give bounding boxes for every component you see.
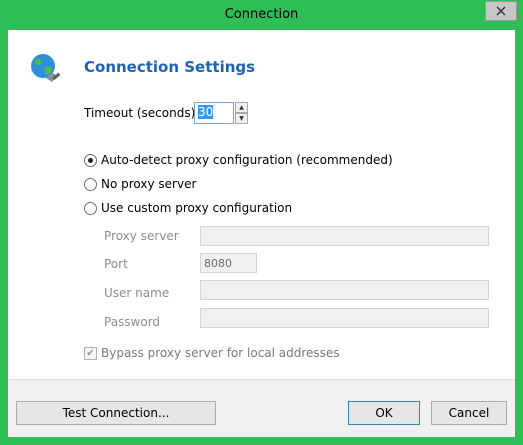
- bypass-label: Bypass proxy server for local addresses: [101, 346, 340, 360]
- user-name-label: User name: [104, 286, 170, 300]
- ok-button[interactable]: OK: [348, 401, 420, 425]
- password-field[interactable]: [200, 308, 489, 328]
- chevron-down-icon: ▼: [239, 115, 244, 122]
- radio-custom-proxy[interactable]: Use custom proxy configuration: [84, 201, 292, 215]
- radio-label: No proxy server: [101, 177, 197, 191]
- chevron-up-icon: ▲: [239, 104, 244, 111]
- bypass-checkbox[interactable]: ✔: [84, 346, 97, 360]
- test-connection-button[interactable]: Test Connection...: [16, 401, 216, 425]
- bypass-checkbox-row[interactable]: ✔ Bypass proxy server for local addresse…: [84, 346, 340, 360]
- radio-label: Use custom proxy configuration: [101, 201, 293, 215]
- radio-no-proxy[interactable]: No proxy server: [84, 177, 196, 191]
- proxy-server-label: Proxy server: [104, 229, 179, 243]
- spin-down-button[interactable]: ▼: [235, 113, 248, 124]
- page-title: Connection Settings: [84, 58, 256, 76]
- close-icon: [496, 6, 506, 16]
- globe-icon: [31, 54, 61, 82]
- port-label: Port: [104, 257, 128, 271]
- window-title: Connection: [224, 7, 299, 22]
- close-button[interactable]: [485, 1, 517, 21]
- timeout-input[interactable]: 30: [194, 102, 234, 124]
- spin-up-button[interactable]: ▲: [235, 102, 248, 113]
- port-field[interactable]: 8080: [200, 253, 257, 273]
- timeout-value: 30: [198, 105, 214, 119]
- radio-button[interactable]: [84, 201, 97, 215]
- radio-button[interactable]: [84, 177, 97, 191]
- radio-label: Auto-detect proxy configuration (recomme…: [101, 153, 393, 167]
- dialog-content: Connection Settings Timeout (seconds) 30…: [8, 30, 515, 379]
- cancel-button[interactable]: Cancel: [431, 401, 507, 425]
- user-name-field[interactable]: [200, 280, 489, 300]
- dialog-footer: Test Connection... OK Cancel: [8, 379, 515, 437]
- radio-button[interactable]: [84, 153, 97, 167]
- timeout-stepper: ▲ ▼: [235, 102, 248, 124]
- timeout-label: Timeout (seconds): [84, 106, 196, 120]
- proxy-server-field[interactable]: [200, 226, 489, 246]
- title-bar: Connection: [0, 0, 523, 30]
- radio-auto-detect[interactable]: Auto-detect proxy configuration (recomme…: [84, 153, 393, 167]
- password-label: Password: [104, 315, 161, 329]
- connection-dialog: Connection Connection Settings Timeout (…: [0, 0, 523, 445]
